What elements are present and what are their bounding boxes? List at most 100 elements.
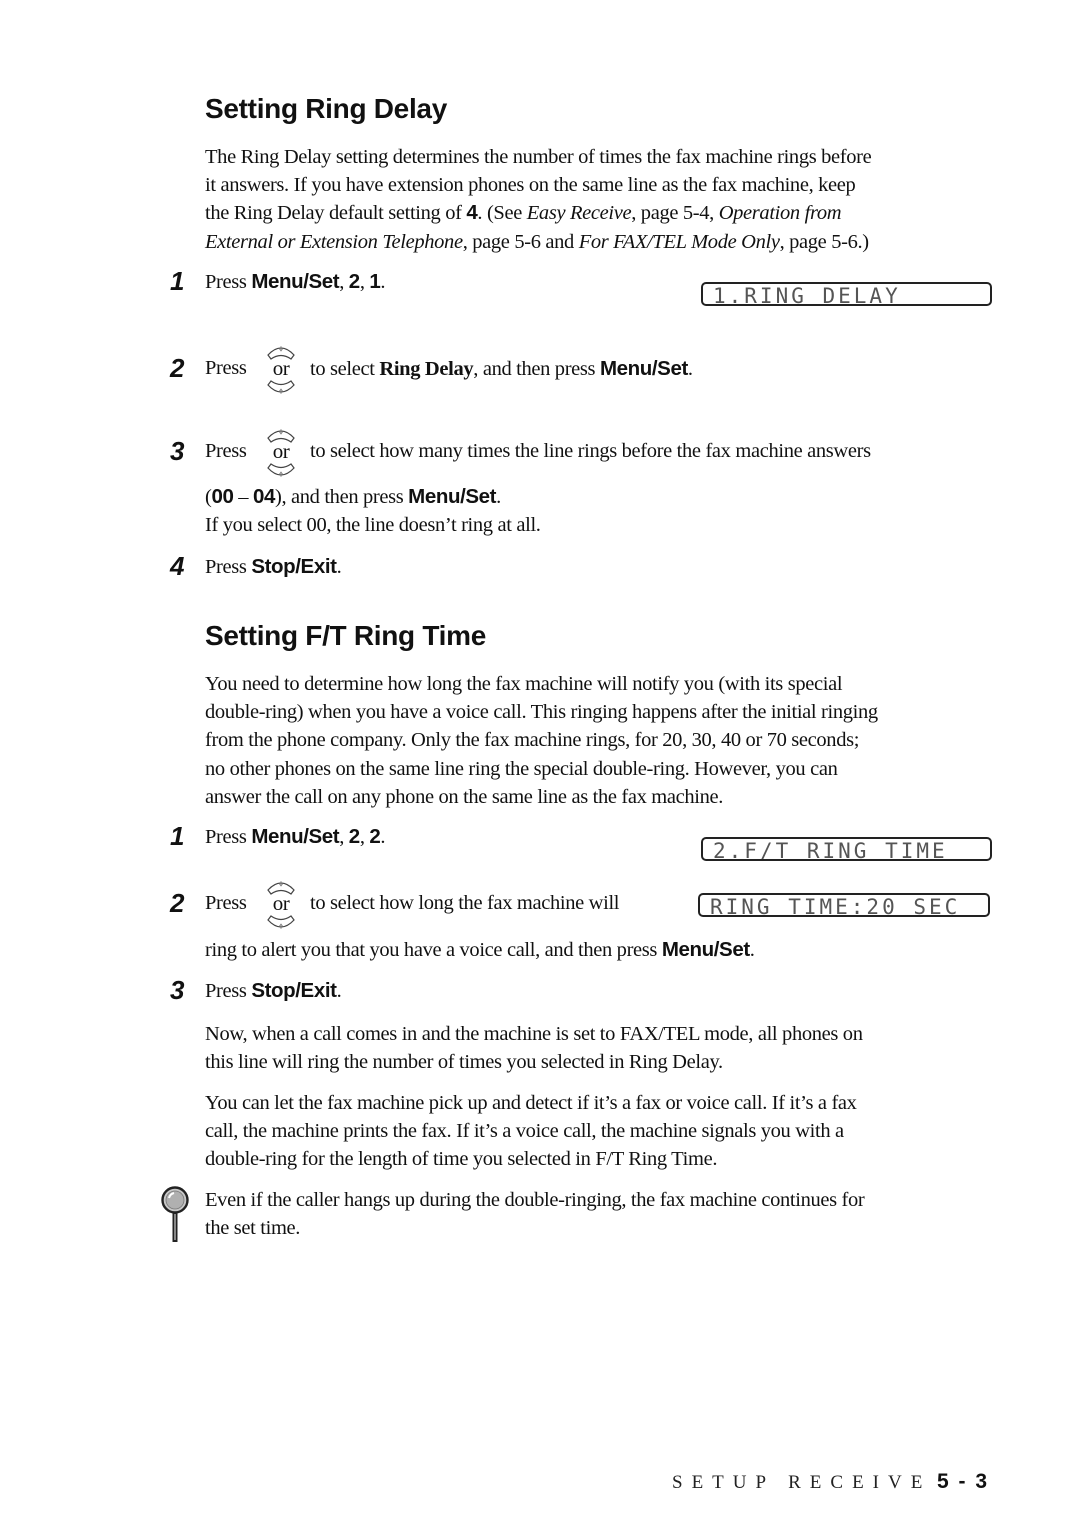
text: Press [205, 440, 247, 462]
intro-line: double-ring) when you have a voice call.… [205, 701, 878, 724]
text: . [336, 980, 342, 1002]
key-stop-exit: Stop/Exit [251, 555, 337, 578]
text: Press [205, 892, 247, 914]
ft-ring-time-intro: You need to determine how long the fax m… [205, 670, 995, 811]
text: . [687, 358, 693, 380]
text: . [380, 826, 386, 848]
note-text: Even if the caller hangs up during the d… [205, 1186, 995, 1242]
lcd-display: 2.F/T RING TIME [701, 837, 992, 861]
text: Press [205, 980, 252, 1002]
xref-easy-receive: Easy Receive [526, 202, 632, 225]
or-label: or [272, 356, 290, 380]
text: , [359, 826, 370, 848]
text: . [336, 556, 342, 578]
text: , page 5-4, [631, 202, 719, 225]
intro-line: it answers. If you have extension phones… [205, 174, 856, 197]
text: Press [205, 271, 252, 293]
paragraph-line: this line will ring the number of times … [205, 1051, 723, 1074]
xref-operation-from: Operation from [718, 202, 842, 225]
text: to select [310, 358, 380, 380]
magnifier-note-icon [160, 1186, 190, 1244]
heading-setting-ft-ring-time: Setting F/T Ring Time [205, 620, 486, 651]
text: ), and then press [274, 486, 409, 508]
text: Press [205, 826, 252, 848]
footer-page-number: 5 - 3 [937, 1470, 990, 1493]
paragraph-line: Now, when a call comes in and the machin… [205, 1023, 863, 1045]
default-value: 4 [466, 201, 478, 225]
paragraph-line: You can let the fax machine pick up and … [205, 1092, 857, 1114]
text: , [359, 271, 370, 293]
up-down-navigation-key-icon: or [264, 877, 298, 933]
step-number: 2 [170, 888, 185, 918]
text: , [339, 826, 349, 848]
paragraph-line: double-ring for the length of time you s… [205, 1148, 718, 1171]
key-stop-exit: Stop/Exit [251, 979, 337, 1002]
intro-line: the Ring Delay default setting of 4. (Se… [205, 199, 995, 227]
paragraph-line: call, the machine prints the fax. If it’… [205, 1120, 844, 1143]
key-2: 2 [348, 270, 360, 293]
step-1-text: Press Menu/Set, 2, 1. [205, 270, 386, 294]
xref-external-telephone: External or Extension Telephone [205, 230, 463, 253]
key-menu-set: Menu/Set [408, 485, 497, 508]
footer-section-title: SETUP RECEIVE [672, 1472, 932, 1493]
up-down-navigation-key-icon: or [264, 342, 298, 398]
key-menu-set: Menu/Set [661, 938, 750, 961]
step-4-text: Press Stop/Exit. [205, 555, 342, 579]
heading-setting-ring-delay: Setting Ring Delay [205, 93, 447, 124]
intro-line: The Ring Delay setting determines the nu… [205, 146, 872, 168]
intro-line: External or Extension Telephone, page 5-… [205, 228, 995, 256]
step-number: 4 [170, 551, 185, 581]
fax-detect-paragraph: You can let the fax machine pick up and … [205, 1089, 995, 1174]
text: , and then press [473, 358, 600, 380]
text: , [339, 271, 349, 293]
key-2: 2 [369, 825, 381, 848]
text: , page 5-6 and [462, 230, 579, 253]
intro-line: You need to determine how long the fax m… [205, 673, 843, 695]
up-down-navigation-key-icon: or [264, 425, 298, 481]
step-3-text: to select how many times the line rings … [310, 440, 871, 462]
step-2-text: to select how long the fax machine will [310, 892, 620, 914]
step-number: 2 [170, 353, 185, 383]
key-menu-set: Menu/Set [251, 270, 340, 293]
step-number: 3 [170, 975, 185, 1005]
step-2-continuation: ring to alert you that you have a voice … [205, 938, 755, 962]
key-2: 2 [348, 825, 360, 848]
note-line: the set time. [205, 1217, 301, 1240]
step-3-text: Press Stop/Exit. [205, 979, 342, 1003]
step-3-note: If you select 00, the line doesn’t ring … [205, 514, 541, 536]
key-menu-set: Menu/Set [251, 825, 340, 848]
step-number: 1 [170, 266, 185, 296]
magnifier-icon [161, 1186, 189, 1242]
step-number: 1 [170, 821, 185, 851]
text: the Ring Delay default setting of [205, 202, 467, 225]
or-label: or [272, 891, 290, 915]
xref-fax-tel-mode: For FAX/TEL Mode Only [578, 230, 780, 253]
text: , page 5-6.) [779, 230, 870, 253]
text: . (See [477, 202, 527, 225]
text: . [496, 486, 501, 508]
text: Press [205, 357, 247, 379]
text: Press [205, 556, 252, 578]
text: . [380, 271, 386, 293]
range-max: 04 [252, 485, 275, 508]
step-2-text: to select Ring Delay, and then press Men… [310, 357, 693, 381]
note-line: Even if the caller hangs up during the d… [205, 1189, 865, 1211]
fax-tel-mode-paragraph: Now, when a call comes in and the machin… [205, 1020, 995, 1076]
option-ring-delay: Ring Delay [379, 358, 474, 380]
ring-delay-intro: The Ring Delay setting determines the nu… [205, 143, 995, 256]
or-label: or [272, 439, 290, 463]
step-number: 3 [170, 436, 185, 466]
intro-line: answer the call on any phone on the same… [205, 785, 724, 808]
text: . [749, 939, 755, 961]
step-1-text: Press Menu/Set, 2, 2. [205, 825, 386, 849]
key-menu-set: Menu/Set [599, 357, 688, 380]
intro-line: from the phone company. Only the fax mac… [205, 729, 860, 752]
key-1: 1 [369, 270, 381, 293]
text: ring to alert you that you have a voice … [205, 939, 662, 961]
text: – [233, 486, 253, 508]
step-3-range: (00 – 04), and then press Menu/Set. [205, 485, 501, 509]
lcd-display: 1.RING DELAY [701, 282, 992, 306]
intro-line: no other phones on the same line ring th… [205, 757, 838, 780]
lcd-display: RING TIME:20 SEC [698, 893, 990, 917]
range-min: 00 [211, 485, 234, 508]
